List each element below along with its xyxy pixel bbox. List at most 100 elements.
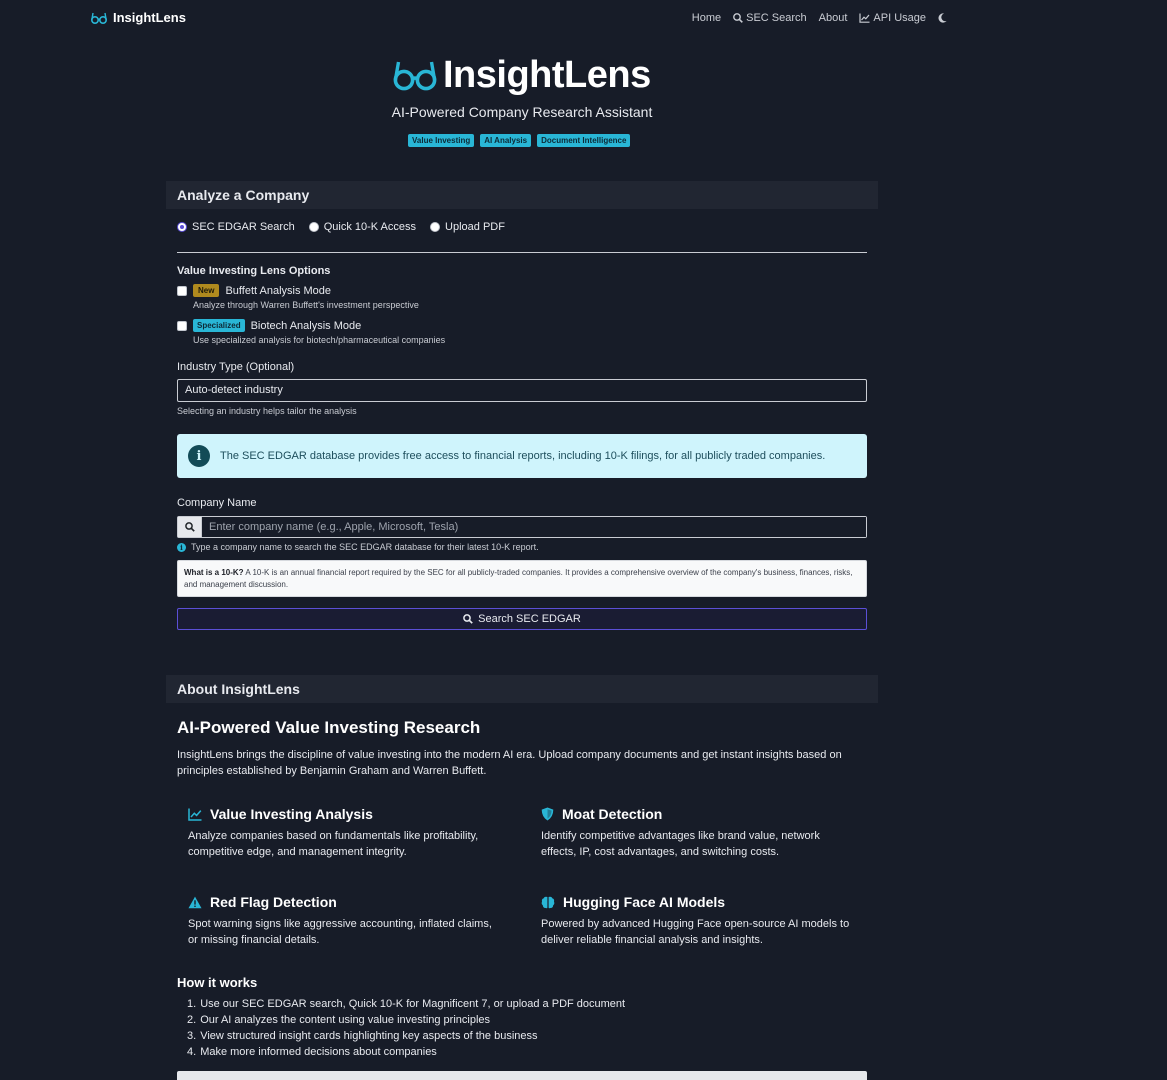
nav-about-label: About [818,12,848,24]
buffett-checkbox[interactable] [177,285,187,296]
radio-sec-edgar[interactable]: SEC EDGAR Search [177,221,295,233]
company-hint: i Type a company name to search the SEC … [177,542,539,552]
brand-link[interactable]: InsightLens [91,10,186,25]
nav-sec-search-label: SEC Search [746,12,807,24]
moon-icon [938,13,947,23]
step-text: Make more informed decisions about compa… [200,1046,437,1058]
list-item: 2. Our AI analyzes the content using valu… [187,1012,625,1028]
feature-title: Moat Detection [562,806,663,822]
biotech-checkbox[interactable] [177,320,187,331]
nav-sec-search[interactable]: SEC Search [733,12,807,24]
hero-title: InsightLens [393,54,651,97]
nav-api-usage[interactable]: API Usage [859,12,926,24]
feature-moat-detection: Moat Detection Identify competitive adva… [541,806,851,860]
search-icon [178,517,202,537]
step-number: 1. [187,998,197,1010]
step-text: View structured insight cards highlighti… [200,1030,538,1042]
feature-desc: Spot warning signs like aggressive accou… [188,918,492,946]
glasses-icon [91,12,107,24]
mode-radio-group: SEC EDGAR Search Quick 10-K Access Uploa… [177,221,505,233]
radio-label: SEC EDGAR Search [192,221,295,233]
bottom-panel-edge [177,1071,867,1080]
navbar: InsightLens Home SEC Search About API Us… [0,0,1167,38]
radio-dot[interactable] [308,222,319,232]
nav-about[interactable]: About [819,12,848,24]
list-item: 1. Use our SEC EDGAR search, Quick 10-K f… [187,996,625,1012]
step-number: 3. [187,1030,197,1042]
warning-icon [188,896,202,908]
radio-dot[interactable] [430,222,441,232]
nav-api-usage-label: API Usage [873,12,926,24]
company-input-group [177,516,867,538]
analyze-card-header: Analyze a Company [166,181,878,209]
biotech-option: Specialized Biotech Analysis Mode Use sp… [177,319,445,345]
glasses-icon [393,61,437,90]
badge-value-investing: Value Investing [408,134,475,147]
buffett-desc: Analyze through Warren Buffett's investm… [193,300,419,310]
buffett-label[interactable]: Buffett Analysis Mode [225,285,331,297]
biotech-desc: Use specialized analysis for biotech/pha… [193,335,446,345]
specialized-tag: Specialized [193,319,245,332]
list-item: 4. Make more informed decisions about com… [187,1044,625,1060]
about-text: InsightLens brings the discipline of val… [177,749,842,777]
company-label: Company Name [177,497,257,509]
sec-info-alert: i The SEC EDGAR database provides free a… [177,434,867,478]
badge-ai-analysis: AI Analysis [480,134,532,147]
buffett-option: New Buffett Analysis Mode Analyze throug… [177,284,419,310]
list-item: 3. View structured insight cards highligh… [187,1028,625,1044]
radio-label: Quick 10-K Access [323,221,417,233]
brain-icon [541,896,555,908]
new-tag: New [193,284,220,297]
radio-upload-pdf[interactable]: Upload PDF [430,221,505,233]
search-dollar-icon [463,614,473,624]
sec-info-text: The SEC EDGAR database provides free acc… [220,450,826,462]
step-text: Our AI analyzes the content using value … [200,1014,491,1026]
theme-toggle[interactable] [938,13,947,23]
badge-document-intelligence: Document Intelligence [537,134,631,147]
feature-desc: Identify competitive advantages like bra… [541,830,820,858]
nav-home[interactable]: Home [692,12,721,24]
divider [177,252,867,253]
feature-desc: Analyze companies based on fundamentals … [188,830,479,858]
search-button-label: Search SEC EDGAR [478,613,581,625]
what-is-10k-box: What is a 10-K? A 10-K is an annual fina… [177,560,867,597]
industry-select[interactable]: Auto-detect industry [177,379,867,402]
shield-icon [541,807,554,821]
about-title: AI-Powered Value Investing Research [177,718,481,737]
feature-desc: Powered by advanced Hugging Face open-so… [541,918,850,946]
radio-label: Upload PDF [445,221,505,233]
hero-title-text: InsightLens [443,54,651,96]
step-number: 2. [187,1014,197,1026]
company-search-input[interactable] [202,517,866,537]
hero-badges: Value Investing AI Analysis Document Int… [408,134,631,147]
search-sec-edgar-button[interactable]: Search SEC EDGAR [177,608,867,630]
biotech-label[interactable]: Biotech Analysis Mode [251,320,362,332]
how-it-works-list: 1. Use our SEC EDGAR search, Quick 10-K f… [187,996,625,1060]
company-hint-text: Type a company name to search the SEC ED… [191,542,539,552]
lens-options-label: Value Investing Lens Options [177,265,331,277]
chart-line-icon [859,13,870,23]
industry-help: Selecting an industry helps tailor the a… [177,406,357,416]
whatis-text: A 10-K is an annual financial report req… [184,568,853,589]
info-icon: i [188,445,210,467]
search-dollar-icon [733,13,743,23]
chart-line-icon [188,808,202,821]
industry-label: Industry Type (Optional) [177,361,295,373]
feature-value-investing: Value Investing Analysis Analyze compani… [188,806,498,860]
feature-red-flag: Red Flag Detection Spot warning signs li… [188,894,498,948]
feature-title: Red Flag Detection [210,894,337,910]
feature-title: Hugging Face AI Models [563,894,726,910]
feature-title: Value Investing Analysis [210,806,373,822]
whatis-title: What is a 10-K? [184,568,244,577]
how-it-works-title: How it works [177,975,258,990]
info-icon: i [177,542,186,552]
radio-quick-10k[interactable]: Quick 10-K Access [308,221,417,233]
radio-dot[interactable] [177,222,187,232]
step-text: Use our SEC EDGAR search, Quick 10-K for… [200,998,626,1010]
nav-links: Home SEC Search About API Usage [692,12,947,24]
nav-home-label: Home [691,12,722,24]
about-card-header: About InsightLens [166,675,878,703]
feature-hugging-face: Hugging Face AI Models Powered by advanc… [541,894,851,948]
hero-subtitle: AI-Powered Company Research Assistant [391,104,653,120]
brand-name: InsightLens [113,10,186,25]
